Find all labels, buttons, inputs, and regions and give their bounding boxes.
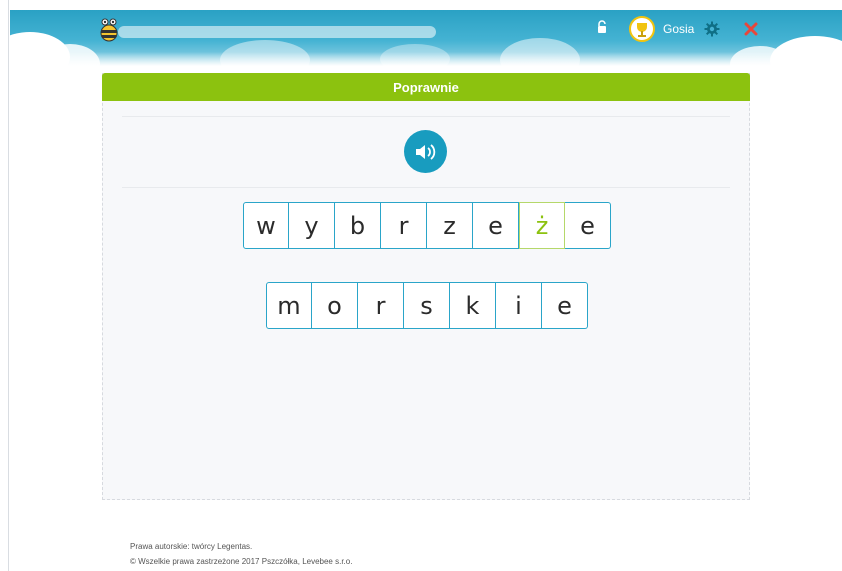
letter-tile[interactable]: e <box>565 202 611 249</box>
word-row: m o r s k i e <box>266 282 588 329</box>
bee-mascot-icon <box>100 18 118 42</box>
letter-tile[interactable]: i <box>496 282 542 329</box>
letter-tile[interactable]: e <box>473 202 519 249</box>
letter-tile[interactable]: o <box>312 282 358 329</box>
play-sound-button[interactable] <box>404 130 447 173</box>
letter-tile[interactable]: k <box>450 282 496 329</box>
letter-tile[interactable]: r <box>358 282 404 329</box>
username-label[interactable]: Gosia <box>663 22 694 36</box>
letter-tile[interactable]: z <box>427 202 473 249</box>
letter-tile[interactable]: e <box>542 282 588 329</box>
letter-tile[interactable]: w <box>243 202 289 249</box>
word-row: w y b r z e ż e <box>243 202 611 249</box>
letter-tile[interactable]: s <box>404 282 450 329</box>
letter-tile[interactable]: r <box>381 202 427 249</box>
trophy-icon <box>637 23 647 37</box>
letter-tile[interactable]: y <box>289 202 335 249</box>
copyright-authors: Prawa autorskie: twórcy Legentas. <box>130 542 253 551</box>
window-left-edge <box>0 0 9 571</box>
letter-tile[interactable]: b <box>335 202 381 249</box>
divider <box>122 187 730 188</box>
header-fade <box>10 52 842 66</box>
speaker-icon <box>415 143 435 160</box>
lock-icon[interactable] <box>597 20 607 34</box>
close-icon[interactable] <box>744 22 758 36</box>
top-bar <box>10 10 842 66</box>
gear-icon[interactable] <box>704 21 720 37</box>
divider <box>122 116 730 117</box>
avatar[interactable] <box>629 16 655 42</box>
progress-bar <box>118 26 436 38</box>
result-banner: Poprawnie <box>102 73 750 101</box>
letter-tile-highlighted[interactable]: ż <box>519 202 565 249</box>
copyright-notice: © Wszelkie prawa zastrzeżone 2017 Pszczó… <box>130 557 353 566</box>
letter-tile[interactable]: m <box>266 282 312 329</box>
footer: Prawa autorskie: twórcy Legentas. © Wsze… <box>130 539 352 569</box>
